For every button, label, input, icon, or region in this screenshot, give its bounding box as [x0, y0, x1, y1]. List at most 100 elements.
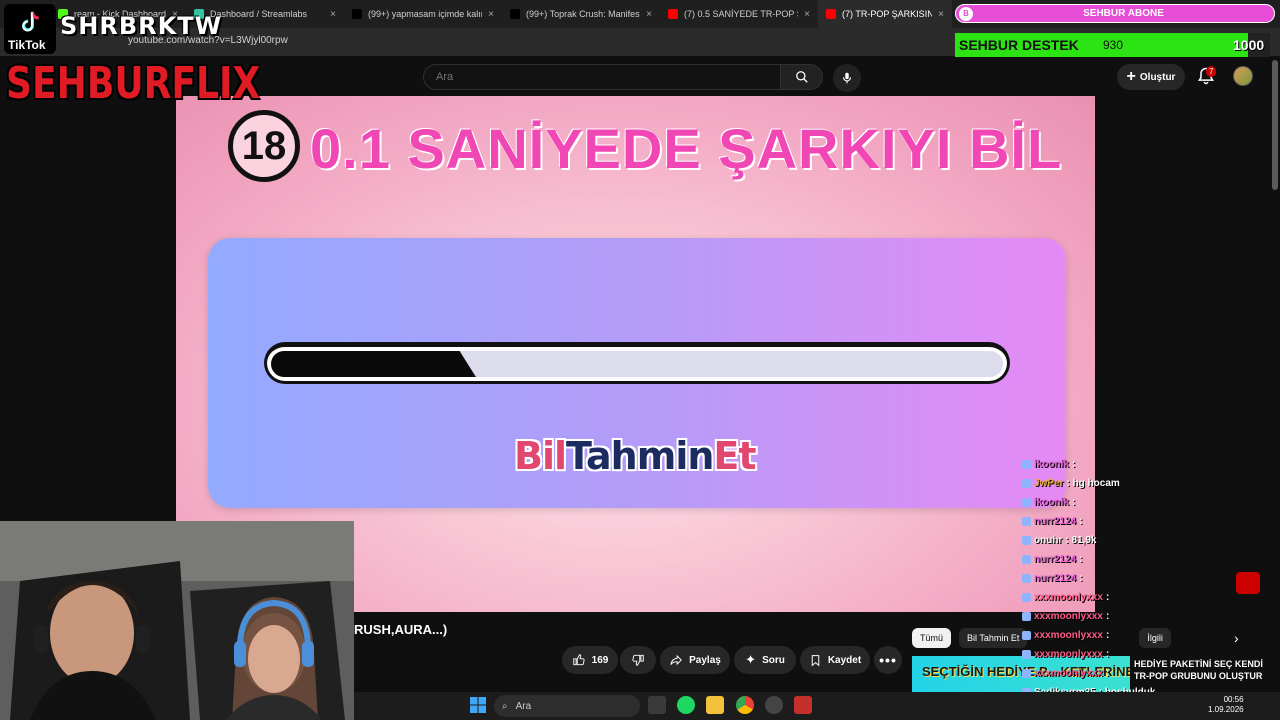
- chat-message: xxxmoonlyxxx:: [1022, 627, 1112, 643]
- tiktok-username: SHRBRKTW: [60, 12, 223, 40]
- chat-username: xxxmoonlyxxx: [1034, 667, 1103, 679]
- chat-text: 81,9k: [1071, 534, 1097, 546]
- tiktok-label: TikTok: [8, 38, 46, 52]
- donation-goal-bar: SEHBUR DESTEK 930 1000: [955, 33, 1270, 57]
- chat-separator: :: [1079, 553, 1086, 565]
- tab-favicon-icon: [826, 9, 836, 19]
- ask-label: Soru: [762, 654, 785, 666]
- create-label: Oluştur: [1139, 71, 1176, 83]
- search-icon: ⌕: [502, 700, 508, 712]
- timer-progress-fill: [271, 351, 476, 377]
- clock-date: 1.09.2026: [1208, 705, 1244, 714]
- search-input[interactable]: [423, 64, 781, 90]
- chat-message: onuhr: 81,9k: [1022, 532, 1096, 548]
- chat-username: ikoonik: [1034, 496, 1070, 508]
- subscriber-goal-bar: B SEHBUR ABONE: [955, 4, 1275, 23]
- tab-favicon-icon: [352, 9, 362, 19]
- tab-title: (7) TR-POP ŞARKISINI 0.1 S: [842, 9, 933, 19]
- tab-title: (7) 0.5 SANİYEDE TR-POP ŞARK: [684, 9, 798, 19]
- chat-badge-icon: [1022, 497, 1031, 507]
- taskbar-search-label: Ara: [515, 700, 532, 712]
- chat-separator: :: [1105, 610, 1113, 622]
- chat-username: JwPer: [1034, 477, 1064, 489]
- browser-tab[interactable]: (7) TR-POP ŞARKISINI 0.1 S ×: [818, 0, 952, 28]
- chat-separator: :: [1105, 629, 1113, 641]
- thumbs-down-icon: [632, 654, 644, 666]
- chat-username: nurr2124: [1034, 553, 1077, 565]
- clock-time: 00:56: [1223, 695, 1244, 704]
- more-button[interactable]: •••: [874, 646, 902, 674]
- chat-username: xxxmoonlyxxx: [1034, 648, 1103, 660]
- task-view-icon[interactable]: [648, 696, 666, 714]
- sparkle-icon: ✦: [745, 652, 757, 667]
- like-button[interactable]: 169: [562, 646, 618, 674]
- share-icon: [670, 654, 683, 666]
- create-button[interactable]: + Oluştur: [1117, 64, 1185, 90]
- ask-button[interactable]: ✦ Soru: [734, 646, 796, 674]
- tab-close-icon[interactable]: ×: [804, 9, 810, 20]
- chat-username: xxxmoonlyxxx: [1034, 591, 1103, 603]
- voice-search-button[interactable]: [833, 64, 861, 92]
- chat-badge-icon: [1022, 611, 1031, 621]
- browser-tab[interactable]: (7) 0.5 SANİYEDE TR-POP ŞARK ×: [660, 0, 818, 28]
- chat-badge-icon: [1022, 478, 1031, 488]
- chat-separator: :: [1079, 515, 1086, 527]
- video-title: RUSH,AURA...): [354, 622, 448, 637]
- chat-separator: :: [1079, 572, 1086, 584]
- webcam-feed: [0, 521, 354, 720]
- tab-close-icon[interactable]: ×: [938, 9, 944, 20]
- chat-separator: :: [1105, 667, 1113, 679]
- youtube-subscribe-icon[interactable]: [1236, 572, 1260, 594]
- chat-badge-icon: [1022, 630, 1031, 640]
- taskbar-search[interactable]: ⌕ Ara: [494, 695, 640, 717]
- spotify-icon[interactable]: [677, 696, 695, 714]
- dislike-button[interactable]: [620, 646, 656, 674]
- chat-badge-icon: [1022, 535, 1031, 545]
- chat-message: xxxmoonlyxxx:: [1022, 608, 1112, 624]
- chrome-icon[interactable]: [736, 696, 754, 714]
- video-overlay-title: 0.1 SANİYEDE ŞARKIYI BİL: [310, 117, 1063, 180]
- avatar[interactable]: [1233, 66, 1253, 86]
- obs-icon[interactable]: [765, 696, 783, 714]
- chip-channel[interactable]: Bil Tahmin Et: [959, 628, 1028, 648]
- windows-start-icon[interactable]: [469, 696, 487, 714]
- logo-part-bil: Bil: [514, 434, 567, 478]
- thumbs-up-icon: [572, 654, 585, 666]
- chat-message: xxxmoonlyxxx:: [1022, 589, 1112, 605]
- chat-message: JwPer: hg hocam: [1022, 475, 1120, 491]
- browser-tab[interactable]: (99+) yapmasam içimde kalırdı ×: [344, 0, 502, 28]
- chat-separator: :: [1105, 591, 1113, 603]
- chat-message: nurr2124:: [1022, 513, 1085, 529]
- chat-badge-icon: [1022, 459, 1031, 469]
- windows-taskbar: [354, 692, 1280, 720]
- chat-message: xxxmoonlyxxx:: [1022, 665, 1112, 681]
- search-button[interactable]: [781, 64, 823, 90]
- donation-target: 1000: [1233, 37, 1265, 53]
- tab-close-icon[interactable]: ×: [330, 9, 336, 20]
- search-box: [423, 64, 823, 90]
- save-button[interactable]: Kaydet: [800, 646, 870, 674]
- chat-separator: :: [1072, 496, 1079, 508]
- browser-tab[interactable]: (99+) Toprak Crush: Manifest ve ×: [502, 0, 660, 28]
- chat-message: nurr2124:: [1022, 551, 1085, 567]
- tab-close-icon[interactable]: ×: [646, 9, 652, 20]
- chat-badge-icon: [1022, 592, 1031, 602]
- donation-goal-label: SEHBUR DESTEK: [959, 37, 1079, 53]
- share-button[interactable]: Paylaş: [660, 646, 730, 674]
- subscriber-goal-icon: B: [959, 6, 973, 21]
- chat-username: onuhr: [1034, 534, 1063, 546]
- chat-username: xxxmoonlyxxx: [1034, 629, 1103, 641]
- level-badge: 18: [228, 110, 300, 182]
- taskbar-clock[interactable]: 00:56 1.09.2026: [1208, 695, 1244, 715]
- tiktok-icon: [22, 11, 39, 32]
- logo-part-tahmin: Tahmin: [566, 434, 714, 478]
- chat-badge-icon: [1022, 516, 1031, 526]
- tab-favicon-icon: [510, 9, 520, 19]
- file-explorer-icon[interactable]: [706, 696, 724, 714]
- chip-all[interactable]: Tümü: [912, 628, 952, 648]
- tab-close-icon[interactable]: ×: [488, 9, 494, 20]
- chat-username: nurr2124: [1034, 515, 1077, 527]
- chat-badge-icon: [1022, 573, 1031, 583]
- app-icon[interactable]: [794, 696, 812, 714]
- page-scrollbar[interactable]: [1272, 60, 1278, 190]
